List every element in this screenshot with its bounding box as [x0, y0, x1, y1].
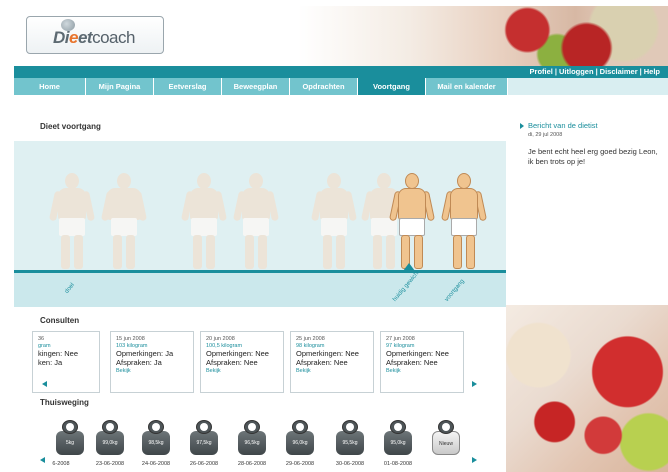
tab-mail-en-kalender[interactable]: Mail en kalender: [426, 78, 508, 95]
header: Dieetcoach: [14, 6, 668, 66]
new-weighing-button[interactable]: Nieuw: [430, 420, 462, 456]
weighing-date: 6-2008: [52, 461, 70, 467]
logout-link[interactable]: Uitloggen: [559, 67, 594, 76]
consult-card: 27 jun 2008 97 kilogram Opmerkingen: Nee…: [380, 331, 464, 393]
goal-body-figure: [440, 173, 488, 269]
top-link-bar: Profiel | Uitloggen | Disclaimer | Help: [14, 66, 668, 78]
consults-prev-arrow-icon[interactable]: [42, 381, 47, 387]
body-figure: [180, 173, 228, 269]
scale-icon[interactable]: 96,5kg: [236, 420, 268, 456]
help-link[interactable]: Help: [644, 67, 660, 76]
scale-icon[interactable]: 97,5kg: [188, 420, 220, 456]
scale-icon[interactable]: 5kg: [54, 420, 86, 456]
consult-card: 25 jun 2008 98 kilogram Opmerkingen: Nee…: [290, 331, 374, 393]
home-weighing-title: Thuisweging: [40, 398, 89, 407]
logo-text: Dieetcoach: [53, 28, 135, 47]
weighing-date: 01-08-2008: [383, 461, 413, 467]
weighing-date: 28-06-2008: [237, 461, 267, 467]
weighing-date: 29-06-2008: [285, 461, 315, 467]
header-photo: [298, 6, 668, 66]
scale-icon[interactable]: 96,0kg: [284, 420, 316, 456]
tab-mijn-pagina[interactable]: Mijn Pagina: [86, 78, 154, 95]
dietitian-message-date: di, 29 jul 2008: [528, 132, 563, 138]
tab-eetverslag[interactable]: Eetverslag: [154, 78, 222, 95]
weighing-date: 23-06-2008: [95, 461, 125, 467]
tab-beweegplan[interactable]: Beweegplan: [222, 78, 290, 95]
timeline-pointer: [403, 263, 415, 271]
consult-card: 20 jun 2008 100,5 kilogram Opmerkingen: …: [200, 331, 284, 393]
scale-icon[interactable]: 95,0kg: [382, 420, 414, 456]
weighing-date: 26-06-2008: [189, 461, 219, 467]
disclaimer-link[interactable]: Disclaimer: [600, 67, 638, 76]
fruit-photo: [506, 305, 668, 472]
profile-link[interactable]: Profiel: [530, 67, 553, 76]
consult-view-link[interactable]: Bekijk: [116, 368, 188, 374]
tab-voortgang[interactable]: Voortgang: [358, 78, 426, 95]
weighing-date: 24-06-2008: [141, 461, 171, 467]
logo[interactable]: Dieetcoach: [26, 16, 164, 54]
body-figure: [48, 173, 96, 269]
main-nav: Home Mijn Pagina Eetverslag Beweegplan O…: [14, 78, 668, 95]
weighing-prev-arrow-icon[interactable]: [40, 457, 45, 463]
weighing-date: 30-06-2008: [335, 461, 365, 467]
main-content: Dieet voortgang doel huidig gewicht voor…: [14, 95, 506, 472]
body-figure: [100, 173, 148, 269]
tab-opdrachten[interactable]: Opdrachten: [290, 78, 358, 95]
consults-title: Consulten: [40, 316, 80, 325]
timeline-band: [14, 272, 506, 307]
dietitian-message-title[interactable]: Bericht van de dietist: [528, 121, 598, 130]
consults-next-arrow-icon[interactable]: [472, 381, 477, 387]
consult-card: 15 jun 2008 103 kilogram Opmerkingen: Ja…: [110, 331, 194, 393]
bullet-arrow-icon: [520, 123, 524, 129]
tab-home[interactable]: Home: [14, 78, 86, 95]
consult-view-link[interactable]: Bekijk: [386, 368, 458, 374]
page: Dieetcoach Profiel | Uitloggen | Disclaimer |…: [0, 0, 668, 472]
timeline-line: [14, 270, 506, 273]
dietitian-message-panel: Bericht van de dietist di, 29 jul 2008 J…: [506, 95, 668, 305]
progress-title: Dieet voortgang: [40, 122, 101, 131]
consult-view-link[interactable]: Bekijk: [206, 368, 278, 374]
body-figure: [310, 173, 358, 269]
dietitian-message-text: Je bent echt heel erg goed bezig Leon, i…: [528, 147, 658, 166]
body-figure: [232, 173, 280, 269]
scale-icon[interactable]: 99,0kg: [94, 420, 126, 456]
scale-icon[interactable]: 98,5kg: [140, 420, 172, 456]
weighing-next-arrow-icon[interactable]: [472, 457, 477, 463]
scale-icon[interactable]: 95,5kg: [334, 420, 366, 456]
consult-view-link[interactable]: Bekijk: [296, 368, 368, 374]
current-body-figure: [388, 173, 436, 269]
